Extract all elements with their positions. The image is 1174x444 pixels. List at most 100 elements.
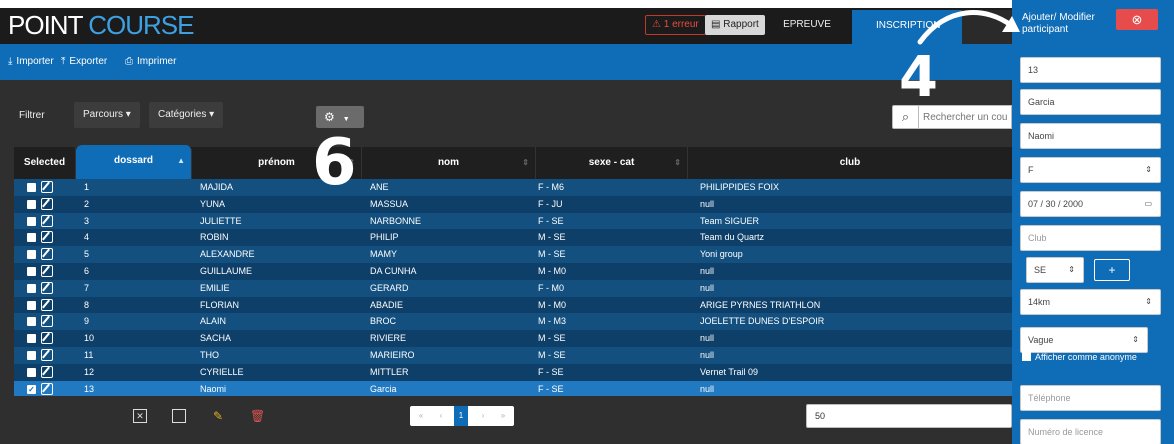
row-select-checkbox[interactable]: ✓ (27, 384, 36, 394)
cell-club: null (700, 282, 715, 293)
edit-row-icon[interactable] (41, 197, 53, 210)
row-select-checkbox[interactable] (27, 283, 36, 293)
edit-icon[interactable]: ✎ (211, 409, 225, 423)
edit-row-icon[interactable] (41, 315, 53, 328)
logo-text-point: POINT (8, 10, 83, 40)
tab-epreuve[interactable]: EPREUVE (772, 10, 842, 40)
dossard-field[interactable]: 13 (1020, 57, 1161, 83)
select-box-icon[interactable] (172, 409, 186, 423)
cell-nom: BROC (370, 316, 397, 327)
edit-row-icon[interactable] (41, 231, 53, 244)
cell-prenom: Naomi (200, 383, 227, 394)
page-last-button[interactable]: » (496, 406, 510, 426)
row-select-checkbox[interactable] (27, 250, 36, 260)
report-button[interactable]: ▤ Rapport (705, 15, 765, 35)
cell-sexe-cat: M - M0 (538, 265, 566, 276)
column-header-sexe-cat[interactable]: sexe - cat ⇕ (536, 147, 688, 179)
export-icon: ⤒ (61, 56, 66, 67)
edit-row-icon[interactable] (41, 382, 53, 395)
row-select-checkbox[interactable] (27, 367, 36, 377)
edit-row-icon[interactable] (41, 298, 53, 311)
cell-nom: NARBONNE (370, 215, 422, 226)
cell-sexe-cat: F - SE (538, 383, 564, 394)
table-row[interactable]: 11 THO MARIEIRO M - SE null (14, 346, 1012, 364)
edit-row-icon[interactable] (41, 348, 53, 361)
row-select-checkbox[interactable] (27, 183, 36, 192)
last-name-field[interactable]: Garcia (1020, 89, 1161, 115)
cell-dossard: 8 (84, 299, 90, 310)
column-header-dossard[interactable]: dossard ▲ (76, 145, 192, 179)
errors-button[interactable]: ⚠ 1 erreur (645, 15, 706, 35)
row-select-checkbox[interactable] (27, 350, 36, 360)
page-next-button[interactable]: › (476, 406, 490, 426)
column-header-selected[interactable]: Selected (14, 147, 76, 179)
table-row[interactable]: 8 FLORIAN ABADIE M - M0 ARIGE PYRNES TRIATHL… (14, 296, 1012, 314)
column-header-nom[interactable]: nom ⇕ (362, 147, 536, 179)
row-select-checkbox[interactable] (27, 233, 36, 243)
edit-row-icon[interactable] (41, 281, 53, 294)
edit-row-icon[interactable] (41, 264, 53, 277)
edit-row-icon[interactable] (41, 214, 53, 227)
app-logo[interactable]: POINT COURSE (8, 10, 194, 41)
row-select-checkbox[interactable] (27, 300, 36, 310)
first-name-field[interactable]: Naomi (1020, 123, 1161, 149)
edit-row-icon[interactable] (41, 181, 53, 193)
category-select[interactable]: SE ⇕ (1026, 257, 1084, 283)
page-prev-button[interactable]: ‹ (434, 406, 448, 426)
anonymous-checkbox[interactable]: Afficher comme anonyme (1022, 352, 1137, 362)
edit-row-icon[interactable] (41, 248, 53, 261)
phone-field[interactable]: Téléphone (1020, 385, 1161, 411)
licence-field[interactable]: Numéro de licence (1020, 419, 1161, 444)
row-select-checkbox[interactable] (27, 317, 36, 327)
checkbox-box[interactable] (1022, 352, 1031, 361)
settings-dropdown-button[interactable]: ⚙ ▼ (316, 106, 364, 128)
table-row[interactable]: 12 CYRIELLE MITTLER F - SE Vernet Trail 09 (14, 363, 1012, 381)
table-row[interactable]: 5 ALEXANDRE MAMY M - SE Yoni group (14, 246, 1012, 263)
cell-nom: RIVIERE (370, 333, 407, 344)
edit-row-icon[interactable] (41, 332, 53, 345)
row-select-checkbox[interactable] (27, 266, 36, 276)
column-header-club[interactable]: club (688, 147, 1012, 179)
add-category-button[interactable]: + (1094, 259, 1130, 281)
table-body: 1 MAJIDA ANE F - M6 PHILIPPIDES FOIX 2 YUNA MAS… (14, 179, 1012, 398)
category-value: SE (1034, 265, 1047, 275)
table-footer: ✕ ✎ 🗑 « ‹ 1 › » 50 (0, 396, 1012, 444)
table-row[interactable]: 9 ALAIN BROC M - M3 JOELETTE DUNES D'ESPOIR (14, 313, 1012, 331)
row-select-checkbox[interactable] (27, 216, 36, 226)
parcours-dropdown[interactable]: Parcours ▾ (74, 102, 140, 128)
table-row[interactable]: 1 MAJIDA ANE F - M6 PHILIPPIDES FOIX (14, 179, 1012, 196)
edit-row-icon[interactable] (41, 365, 53, 378)
per-page-select[interactable]: 50 (806, 404, 1012, 428)
sex-select[interactable]: F ⇕ (1020, 157, 1161, 183)
row-select-checkbox[interactable] (27, 199, 36, 209)
cell-prenom: CYRIELLE (200, 366, 244, 377)
row-select-checkbox[interactable] (27, 334, 36, 344)
cell-nom: DA CUNHA (370, 265, 417, 276)
trash-icon[interactable]: 🗑 (250, 409, 265, 423)
table-row[interactable]: 10 SACHA RIVIERE M - SE null (14, 330, 1012, 347)
table-row[interactable]: 3 JULIETTE NARBONNE F - SE Team SIGUER (14, 212, 1012, 230)
search-input[interactable] (923, 109, 1011, 125)
page-current-button[interactable]: 1 (454, 406, 468, 426)
export-button[interactable]: ⤒ Exporter (61, 56, 107, 67)
print-button[interactable]: ⎙ Imprimer (125, 56, 176, 67)
deselect-all-icon[interactable]: ✕ (133, 409, 147, 423)
birthdate-field[interactable]: 07 / 30 / 2000 ▭ (1020, 191, 1161, 217)
table-row[interactable]: 2 YUNA MASSUA F - JU null (14, 195, 1012, 213)
select-arrows-icon: ⇕ (1132, 335, 1139, 344)
parcours-select[interactable]: 14km ⇕ (1020, 289, 1161, 315)
table-row[interactable]: 6 GUILLAUME DA CUNHA M - M0 null (14, 262, 1012, 280)
wave-select[interactable]: Vague ⇕ (1020, 327, 1148, 353)
table-row[interactable]: ✓ 13 Naomi Garcia F - SE null (14, 380, 1012, 398)
calendar-icon[interactable]: ▭ (1144, 192, 1152, 216)
import-button[interactable]: ⤓ Importer (8, 56, 54, 67)
table-row[interactable]: 7 EMILIE GERARD F - M0 null (14, 279, 1012, 297)
cell-nom: ANE (370, 182, 389, 192)
cell-prenom: THO (200, 349, 219, 360)
club-field[interactable]: Club (1020, 225, 1161, 251)
categories-dropdown[interactable]: Catégories ▾ (149, 102, 224, 128)
page-first-button[interactable]: « (414, 406, 428, 426)
table-row[interactable]: 4 ROBIN PHILIP M - SE Team du Quartz (14, 229, 1012, 247)
close-panel-button[interactable]: ⊗ (1116, 9, 1158, 30)
cell-sexe-cat: M - M0 (538, 299, 566, 310)
